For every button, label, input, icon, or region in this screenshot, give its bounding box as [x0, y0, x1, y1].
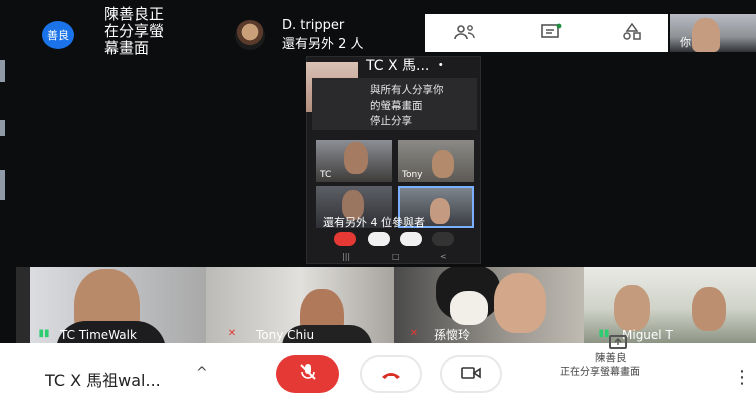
shared-tile-2-label: Tony: [402, 170, 423, 180]
participant-tile-1[interactable]: ▮▮ TC TimeWalk: [16, 267, 206, 343]
shared-screen-title: TC X 馬... ・: [366, 58, 448, 74]
microphone-toggle-button[interactable]: [276, 355, 339, 393]
banner-line-1: 與所有人分享你: [370, 84, 444, 96]
muted-icon: ✕: [227, 328, 237, 339]
shared-tile-1: TC: [316, 140, 392, 182]
tripper-name[interactable]: D. tripper: [282, 18, 344, 33]
bottom-bar: TC X 馬祖wal... ^ 陳善良 正在分享螢幕畫面 ⋮: [0, 335, 756, 396]
muted-icon: ✕: [409, 328, 419, 339]
meeting-toolbar: [425, 14, 668, 52]
shared-screen-banner: 與所有人分享你 的螢幕畫面 停止分享: [312, 78, 477, 130]
shared-mic-icon: [334, 232, 356, 246]
banner-line-2: 的螢幕畫面: [370, 100, 423, 112]
presenting-status: 正在分享螢幕畫面: [560, 367, 640, 378]
mic-off-icon: [298, 362, 318, 387]
speaking-icon: ▮▮: [38, 328, 50, 339]
activities-icon[interactable]: [618, 18, 646, 46]
tripper-avatar[interactable]: [235, 20, 265, 50]
phone-hangup-icon: [380, 362, 402, 386]
left-edge-artifacts: [0, 60, 6, 210]
tripper-others-count: 還有另外 2 人: [282, 37, 364, 52]
self-preview-tile[interactable]: 你: [670, 14, 756, 52]
video-camera-icon: [461, 364, 481, 385]
presenter-status: 陳善良正 在分享螢 幕畫面: [104, 6, 204, 57]
presenter-line-1: 陳善良正: [104, 5, 165, 23]
nav-home-icon: □: [392, 252, 400, 261]
shared-camera-icon: [400, 232, 422, 246]
participant-name-1: TC TimeWalk: [60, 328, 137, 342]
present-screen-icon[interactable]: [609, 335, 627, 349]
presenter-avatar: 善良: [42, 21, 74, 49]
shared-hangup-icon: [368, 232, 390, 246]
banner-line-3[interactable]: 停止分享: [370, 113, 412, 128]
hang-up-button[interactable]: [360, 355, 422, 393]
top-bar: 善良 陳善良正 在分享螢 幕畫面 D. tripper 還有另外 2 人 你: [0, 0, 756, 57]
shared-screen-nav: ||| □ <: [312, 252, 477, 264]
chevron-up-icon[interactable]: ^: [196, 365, 208, 381]
shared-more-icon: [432, 232, 454, 246]
participant-tile-2[interactable]: ✕ Tony Chiu: [206, 267, 394, 343]
shared-screen-controls: [326, 232, 466, 248]
chat-icon[interactable]: [537, 18, 565, 46]
meeting-title[interactable]: TC X 馬祖wal...: [45, 367, 161, 391]
presenter-line-3: 幕畫面: [104, 39, 150, 57]
shared-tile-2: Tony: [398, 140, 474, 182]
shared-screen-others-note: 還有另外 4 位參與者: [323, 216, 425, 229]
participant-name-3: 孫懷玲: [434, 328, 471, 342]
self-face: [692, 18, 720, 52]
participant-tile-4[interactable]: ▮▮ Miguel T: [584, 267, 756, 343]
nav-recent-icon: |||: [342, 252, 351, 261]
more-options-icon[interactable]: ⋮: [733, 367, 751, 388]
nav-back-icon: <: [440, 252, 447, 261]
self-label: 你: [680, 36, 691, 49]
participant-tile-3[interactable]: ✕ 孫懷玲: [394, 267, 584, 343]
participant-strip: ▮▮ TC TimeWalk ✕ Tony Chiu ✕ 孫懷玲 ▮▮ Migu…: [0, 267, 756, 343]
people-icon[interactable]: [451, 18, 479, 46]
camera-toggle-button[interactable]: [440, 355, 502, 393]
shared-tile-1-label: TC: [320, 170, 332, 180]
presenter-line-2: 在分享螢: [104, 22, 165, 40]
participant-name-2: Tony Chiu: [256, 328, 315, 342]
